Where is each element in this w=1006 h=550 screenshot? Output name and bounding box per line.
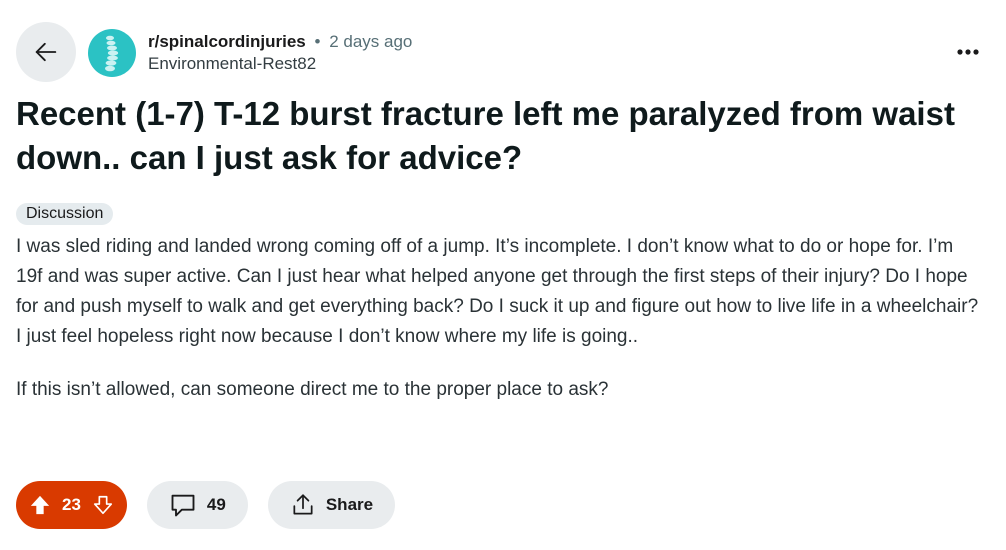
post-paragraph: I was sled riding and landed wrong comin… xyxy=(16,236,979,347)
more-options-button[interactable] xyxy=(954,42,982,62)
post-actions: 23 49 Share xyxy=(16,481,396,529)
upvote-arrow-icon xyxy=(30,495,50,515)
share-upload-icon xyxy=(293,494,313,515)
more-horizontal-icon xyxy=(957,49,979,55)
post-title: Recent (1-7) T-12 burst fracture left me… xyxy=(16,95,955,176)
arrow-left-icon xyxy=(35,42,57,62)
comment-bubble-icon xyxy=(171,494,195,517)
subreddit-avatar[interactable] xyxy=(88,29,136,77)
share-button[interactable]: Share xyxy=(267,481,396,529)
comments-button[interactable]: 49 xyxy=(146,481,248,529)
vote-count: 23 xyxy=(62,495,81,514)
post-flair[interactable]: Discussion xyxy=(16,203,114,225)
comment-count: 49 xyxy=(206,495,226,514)
vote-control: 23 xyxy=(16,481,127,529)
spine-icon xyxy=(105,35,119,72)
post-paragraph: If this isn’t allowed, can someone direc… xyxy=(16,379,609,400)
downvote-arrow-icon xyxy=(93,495,112,515)
back-button[interactable] xyxy=(16,22,76,82)
subreddit-link[interactable]: r/spinalcordinjuries xyxy=(148,32,306,51)
author-link[interactable]: Environmental-Rest82 xyxy=(148,53,412,75)
post-meta: r/spinalcordinjuries • 2 days ago Enviro… xyxy=(148,31,412,75)
post-time: 2 days ago xyxy=(329,32,413,51)
upvote-button[interactable] xyxy=(26,491,54,519)
share-label: Share xyxy=(325,495,374,514)
meta-separator: • xyxy=(314,32,321,51)
post-body: I was sled riding and landed wrong comin… xyxy=(16,232,984,428)
downvote-button[interactable] xyxy=(89,491,117,519)
